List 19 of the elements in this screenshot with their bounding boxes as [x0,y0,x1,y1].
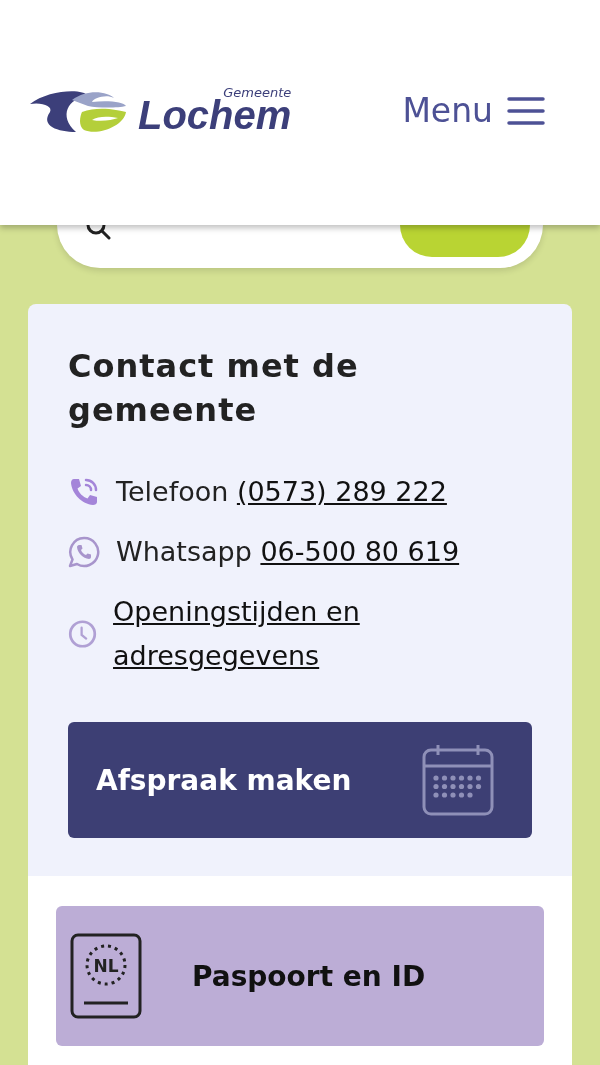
passport-icon: NL [70,933,142,1019]
search-bar[interactable] [57,225,543,268]
appointment-button[interactable]: Afspraak maken [68,722,532,838]
menu-icon [507,95,545,126]
hours-link[interactable]: Openingstijden en adresgegevens [113,590,532,678]
phone-link[interactable]: 06-500 80 619 [260,536,460,567]
logo-subtitle: Gemeente [223,86,292,99]
chat-phone-icon [68,536,100,568]
contact-label: Whatsapp 06-500 80 619 [116,535,460,569]
card-title: Contact met de gemeente [68,346,360,431]
clock-icon [68,618,98,650]
phone-link[interactable]: (0573) 289 222 [236,476,447,507]
phone-icon [68,476,100,508]
search-icon [85,225,111,240]
contact-label: Telefoon (0573) 289 222 [116,475,447,509]
calendar-icon [422,744,494,816]
menu-button[interactable]: Menu [402,91,545,130]
service-tile[interactable]: NL Paspoort en ID [56,906,544,1046]
search-button[interactable] [400,225,530,257]
